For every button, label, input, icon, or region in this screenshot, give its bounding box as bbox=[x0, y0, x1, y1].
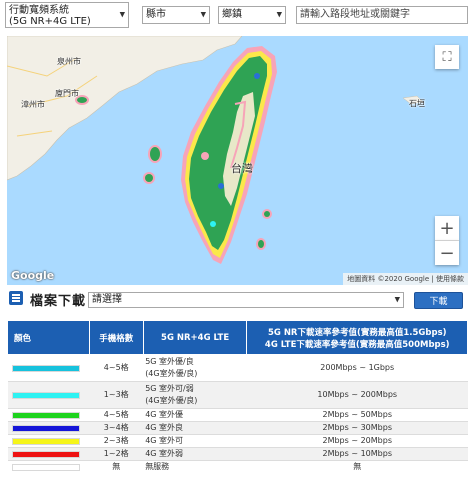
map-label-taiwan: 台灣 bbox=[231, 162, 253, 175]
legend-row: 2~3格 4G 室外可 2Mbps ~ 20Mbps bbox=[7, 434, 468, 448]
legend-type: 4G 室外優 bbox=[145, 410, 184, 419]
legend-row: 3~4格 4G 室外良 2Mbps ~ 30Mbps bbox=[7, 421, 468, 435]
legend-type-cell: 4G 室外弱 bbox=[143, 447, 247, 461]
map-label-ishigaki: 石垣 bbox=[409, 99, 425, 108]
zoom-out-button[interactable]: − bbox=[435, 241, 459, 265]
legend-speed: 2Mbps ~ 50Mbps bbox=[246, 408, 468, 422]
fullscreen-button[interactable]: ⛶ bbox=[435, 45, 459, 69]
legend-row: 4~5格 5G 室外優/良 (4G室外優/良) 200Mbps ~ 1Gbps bbox=[7, 354, 468, 382]
legend-bars: 4~5格 bbox=[89, 408, 144, 422]
town-select[interactable]: 鄉鎮 ▼ bbox=[218, 6, 286, 24]
legend-color-cell bbox=[7, 354, 90, 382]
address-placeholder: 請輸入路段地址或關鍵字 bbox=[300, 9, 410, 20]
download-button[interactable]: 下載 bbox=[414, 292, 463, 309]
legend-swatch bbox=[11, 450, 80, 458]
header-speed-5g: 5G NR下載速率參考值(實務最高值1.5Gbps) bbox=[267, 327, 447, 338]
legend-type-4g: (4G室外優/良) bbox=[145, 396, 198, 405]
file-select-value: 請選擇 bbox=[92, 294, 122, 305]
header-bars: 手機格數 bbox=[88, 320, 144, 355]
coverage-map[interactable]: 泉州市 廈門市 漳州市 台灣 石垣 ⛶ + − Google 地圖資料 ©202… bbox=[7, 36, 468, 285]
legend-swatch bbox=[11, 411, 80, 419]
legend-color-cell bbox=[7, 434, 90, 448]
legend-type-4g: (4G室外優/良) bbox=[145, 369, 198, 378]
plus-icon: + bbox=[439, 217, 455, 239]
chevron-down-icon: ▼ bbox=[394, 295, 400, 304]
legend-speed: 2Mbps ~ 10Mbps bbox=[246, 447, 468, 461]
minus-icon: − bbox=[439, 242, 455, 264]
legend-color-cell bbox=[7, 460, 90, 473]
legend-color-cell bbox=[7, 408, 90, 422]
legend-bars: 1~2格 bbox=[89, 447, 144, 461]
taiwan-coverage bbox=[181, 46, 277, 264]
county-select[interactable]: 縣市 ▼ bbox=[142, 6, 210, 24]
legend-speed: 2Mbps ~ 30Mbps bbox=[246, 421, 468, 435]
legend-row: 1~2格 4G 室外弱 2Mbps ~ 10Mbps bbox=[7, 447, 468, 461]
legend-bars: 無 bbox=[89, 460, 144, 473]
chevron-down-icon: ▼ bbox=[119, 10, 125, 19]
legend-color-cell bbox=[7, 381, 90, 409]
legend-color-cell bbox=[7, 447, 90, 461]
legend-speed: 200Mbps ~ 1Gbps bbox=[246, 354, 468, 382]
legend-row: 1~3格 5G 室外可/弱 (4G室外優/良) 10Mbps ~ 200Mbps bbox=[7, 381, 468, 409]
chevron-down-icon: ▼ bbox=[200, 10, 206, 19]
download-section-title: 檔案下載 bbox=[30, 294, 87, 309]
header-color: 顏色 bbox=[7, 320, 90, 355]
legend-swatch bbox=[11, 437, 80, 445]
header-network: 5G NR+4G LTE bbox=[142, 320, 248, 355]
legend-type: 4G 室外可 bbox=[145, 436, 184, 445]
google-logo[interactable]: Google bbox=[11, 269, 54, 282]
legend-speed: 10Mbps ~ 200Mbps bbox=[246, 381, 468, 409]
file-select[interactable]: 請選擇 ▼ bbox=[88, 292, 404, 308]
fullscreen-icon: ⛶ bbox=[442, 49, 452, 65]
legend-type: 無服務 bbox=[145, 462, 170, 471]
system-select-line2: (5G NR+4G LTE) bbox=[9, 16, 91, 27]
system-select-line1: 行動寬頻系統 bbox=[9, 5, 69, 16]
legend-type-cell: 4G 室外可 bbox=[143, 434, 247, 448]
town-select-value: 鄉鎮 bbox=[222, 9, 242, 20]
legend-header-row: 顏色 手機格數 5G NR+4G LTE 5G NR下載速率參考值(實務最高值1… bbox=[7, 320, 468, 355]
legend-bars: 2~3格 bbox=[89, 434, 144, 448]
map-label-quanzhou: 泉州市 bbox=[57, 57, 81, 66]
legend-row: 無無服務無 bbox=[7, 460, 468, 473]
legend-type-cell: 4G 室外優 bbox=[143, 408, 247, 422]
map-attribution[interactable]: 地圖資料 ©2020 Google | 使用條款 bbox=[343, 273, 468, 285]
legend-bars: 3~4格 bbox=[89, 421, 144, 435]
zoom-in-button[interactable]: + bbox=[435, 216, 459, 241]
legend-swatch bbox=[11, 391, 80, 399]
header-speed-4g: 4G LTE下載速率參考值(實務最高值500Mbps) bbox=[264, 339, 450, 350]
legend-type-cell: 5G 室外優/良 (4G室外優/良) bbox=[143, 354, 247, 382]
legend-swatch bbox=[11, 424, 80, 432]
legend-type-cell: 4G 室外良 bbox=[143, 421, 247, 435]
map-label-zhangzhou: 漳州市 bbox=[21, 100, 45, 109]
legend-color-cell bbox=[7, 421, 90, 435]
download-icon bbox=[9, 291, 23, 305]
legend-type-cell: 5G 室外可/弱 (4G室外優/良) bbox=[143, 381, 247, 409]
legend-bars: 4~5格 bbox=[89, 354, 144, 382]
legend-type: 4G 室外弱 bbox=[145, 449, 184, 458]
address-search-input[interactable]: 請輸入路段地址或關鍵字 bbox=[296, 6, 468, 24]
east-islands bbox=[256, 209, 272, 250]
penghu-islands bbox=[143, 145, 162, 184]
legend-type: 4G 室外良 bbox=[145, 423, 184, 432]
coverage-legend-table: 顏色 手機格數 5G NR+4G LTE 5G NR下載速率參考值(實務最高值1… bbox=[7, 320, 468, 473]
map-label-xiamen: 廈門市 bbox=[55, 89, 79, 98]
header-speed: 5G NR下載速率參考值(實務最高值1.5Gbps) 4G LTE下載速率參考值… bbox=[246, 320, 468, 355]
legend-speed: 無 bbox=[246, 460, 468, 473]
chevron-down-icon: ▼ bbox=[276, 10, 282, 19]
county-select-value: 縣市 bbox=[146, 9, 166, 20]
legend-swatch bbox=[11, 463, 80, 471]
legend-bars: 1~3格 bbox=[89, 381, 144, 409]
legend-type: 5G 室外優/良 bbox=[145, 357, 194, 366]
legend-type-cell: 無服務 bbox=[143, 460, 247, 473]
network-system-select[interactable]: 行動寬頻系統 (5G NR+4G LTE) ▼ bbox=[5, 2, 129, 28]
legend-speed: 2Mbps ~ 20Mbps bbox=[246, 434, 468, 448]
legend-type: 5G 室外可/弱 bbox=[145, 384, 194, 393]
legend-swatch bbox=[11, 364, 80, 372]
legend-row: 4~5格 4G 室外優 2Mbps ~ 50Mbps bbox=[7, 408, 468, 422]
